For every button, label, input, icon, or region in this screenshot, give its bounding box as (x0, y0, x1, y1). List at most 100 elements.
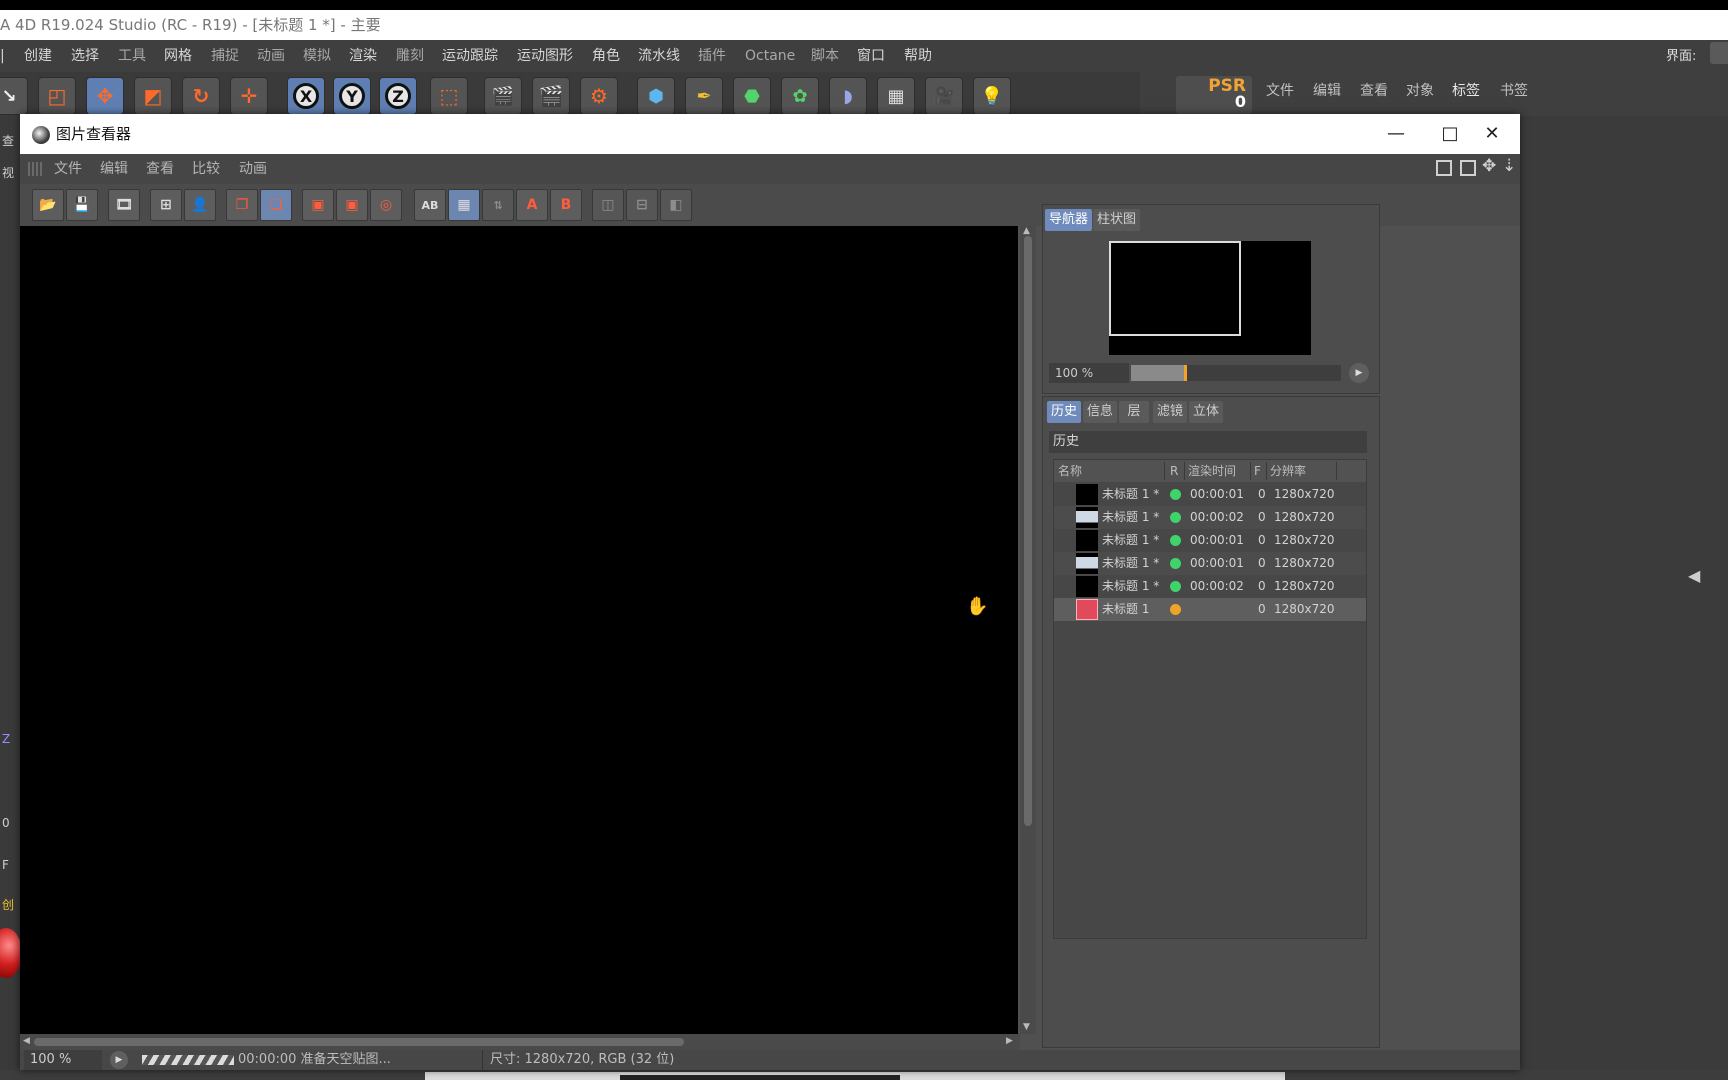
menu-octane[interactable]: Octane (745, 40, 795, 72)
history-row[interactable]: 未标题 1 0 1280x720 (1054, 598, 1366, 621)
move-icon[interactable]: ✥ (86, 77, 124, 115)
scroll-down-icon[interactable]: ▼ (1023, 1022, 1030, 1032)
scroll-right-icon[interactable]: ▶ (1006, 1036, 1013, 1046)
subdivision-icon[interactable]: ⬣ (733, 77, 771, 115)
live-select-icon[interactable]: ◰ (38, 77, 76, 115)
psr-indicator[interactable]: PSR 0 (1176, 76, 1252, 114)
horizontal-scrollbar[interactable]: ◀ ▶ (20, 1034, 1020, 1050)
menu-simulate[interactable]: 模拟 (303, 40, 331, 72)
render-picture-viewer-icon[interactable]: 🎬 (532, 77, 570, 115)
close-button[interactable]: ✕ (1466, 114, 1518, 154)
arrow-tool-icon[interactable]: ↘ (0, 77, 28, 115)
om-menu-view[interactable]: 查看 (1360, 76, 1388, 106)
menu-animate[interactable]: 动画 (257, 40, 285, 72)
dock-down-icon[interactable]: ⇣ (1502, 156, 1516, 176)
navigator-play-icon[interactable]: ▶ (1349, 363, 1369, 383)
save-icon[interactable]: 💾 (66, 189, 98, 221)
vertical-scrollbar[interactable]: ▲ ▼ (1020, 226, 1036, 1034)
scale-icon[interactable]: ◩ (134, 77, 172, 115)
menu-motion-tracking[interactable]: 运动跟踪 (442, 40, 498, 72)
navigator-zoom-slider[interactable] (1131, 365, 1341, 381)
menu-window[interactable]: 窗口 (857, 40, 885, 72)
viewer-menu-animation[interactable]: 动画 (239, 154, 267, 184)
menu-edge-marker[interactable]: | (0, 40, 5, 72)
split-v-icon[interactable]: ◧ (660, 189, 692, 221)
menu-tools[interactable]: 工具 (118, 40, 146, 72)
tab-filters[interactable]: 滤镜 (1153, 401, 1188, 423)
floor-icon[interactable]: ▦ (877, 77, 915, 115)
split-h-icon[interactable]: ⊟ (626, 189, 658, 221)
viewer-menu-edit[interactable]: 编辑 (100, 154, 128, 184)
menu-pipeline[interactable]: 流水线 (638, 40, 680, 72)
rotate-icon[interactable]: ↻ (182, 77, 220, 115)
crop-icon[interactable]: ⊞ (150, 189, 182, 221)
render-settings-icon[interactable]: ⚙ (580, 77, 618, 115)
tab-layers[interactable]: 层 (1119, 401, 1149, 423)
tab-stereo[interactable]: 立体 (1189, 401, 1224, 423)
menu-mesh[interactable]: 网格 (164, 40, 192, 72)
open-icon[interactable]: 📂 (32, 189, 64, 221)
x-axis-icon[interactable]: X (287, 77, 325, 115)
grid-icon[interactable]: ▦ (448, 189, 480, 221)
history-row[interactable]: 未标题 1 * 00:00:01 0 1280x720 (1054, 483, 1366, 506)
menu-mograph[interactable]: 运动图形 (517, 40, 573, 72)
menu-render[interactable]: 渲染 (349, 40, 377, 72)
viewer-menu-compare[interactable]: 比较 (192, 154, 220, 184)
column-render-time[interactable]: 渲染时间 (1188, 460, 1236, 482)
om-menu-edit[interactable]: 编辑 (1313, 76, 1341, 106)
navigator-zoom-field[interactable]: 100 % (1049, 363, 1129, 383)
status-zoom-field[interactable]: 100 % (24, 1050, 102, 1070)
horizontal-scroll-thumb[interactable] (34, 1038, 684, 1046)
y-axis-icon[interactable]: Y (333, 77, 371, 115)
om-menu-objects[interactable]: 对象 (1406, 76, 1434, 106)
tab-info[interactable]: 信息 (1083, 401, 1118, 423)
column-resolution[interactable]: 分辨率 (1270, 460, 1306, 482)
pen-icon[interactable]: ✒ (685, 77, 723, 115)
paste-icon[interactable]: ❏ (260, 189, 292, 221)
column-r[interactable]: R (1170, 460, 1178, 482)
camera-icon[interactable]: 🎥 (925, 77, 963, 115)
tab-navigator[interactable]: 导航器 (1045, 209, 1093, 231)
om-menu-bookmarks[interactable]: 书签 (1500, 76, 1528, 106)
menu-help[interactable]: 帮助 (904, 40, 932, 72)
om-menu-file[interactable]: 文件 (1266, 76, 1294, 106)
viewer-menu-view[interactable]: 查看 (146, 154, 174, 184)
transform-icon[interactable]: ✛ (230, 77, 268, 115)
history-row[interactable]: 未标题 1 * 00:00:02 0 1280x720 (1054, 506, 1366, 529)
coordinate-system-icon[interactable]: ⬚ (430, 77, 468, 115)
light-icon[interactable]: 💡 (973, 77, 1011, 115)
tab-history[interactable]: 历史 (1047, 401, 1082, 423)
status-play-icon[interactable]: ▶ (110, 1051, 128, 1069)
scroll-up-icon[interactable]: ▲ (1023, 226, 1030, 236)
render-icon[interactable]: 🎞 (108, 189, 140, 221)
menu-character[interactable]: 角色 (592, 40, 620, 72)
move-panel-icon[interactable]: ✥ (1482, 156, 1496, 176)
view-a-icon[interactable]: ▣ (302, 189, 334, 221)
menu-script[interactable]: 脚本 (811, 40, 839, 72)
vertical-scroll-thumb[interactable] (1024, 236, 1032, 826)
menu-snap[interactable]: 捕捉 (211, 40, 239, 72)
zoom-slider-knob[interactable] (1183, 365, 1187, 381)
view-b-icon[interactable]: ▣ (336, 189, 368, 221)
menu-plugins[interactable]: 插件 (698, 40, 726, 72)
split-icon[interactable]: ◫ (592, 189, 624, 221)
image-canvas[interactable]: ✋ (20, 226, 1018, 1034)
navigator-view-frame[interactable] (1109, 241, 1241, 336)
scroll-left-icon[interactable]: ◀ (23, 1036, 30, 1046)
column-name[interactable]: 名称 (1058, 460, 1082, 482)
collapse-arrow-icon[interactable]: ◀ (1688, 566, 1700, 585)
deformer-icon[interactable]: ◗ (829, 77, 867, 115)
ab-swap-icon[interactable]: ⇅ (482, 189, 514, 221)
cube-icon[interactable]: ⬢ (637, 77, 675, 115)
cloner-icon[interactable]: ✿ (781, 77, 819, 115)
history-row[interactable]: 未标题 1 * 00:00:02 0 1280x720 (1054, 575, 1366, 598)
minimize-button[interactable]: — (1370, 114, 1422, 154)
ab-icon[interactable]: AB (414, 189, 446, 221)
history-row[interactable]: 未标题 1 * 00:00:01 0 1280x720 (1054, 529, 1366, 552)
layout-selector[interactable] (1710, 42, 1728, 64)
render-view-icon[interactable]: 🎬 (484, 77, 522, 115)
navigator-thumbnail[interactable] (1109, 241, 1311, 355)
viewer-menu-file[interactable]: 文件 (54, 154, 82, 184)
menu-sculpt[interactable]: 雕刻 (396, 40, 424, 72)
compare-icon[interactable]: ◎ (370, 189, 402, 221)
